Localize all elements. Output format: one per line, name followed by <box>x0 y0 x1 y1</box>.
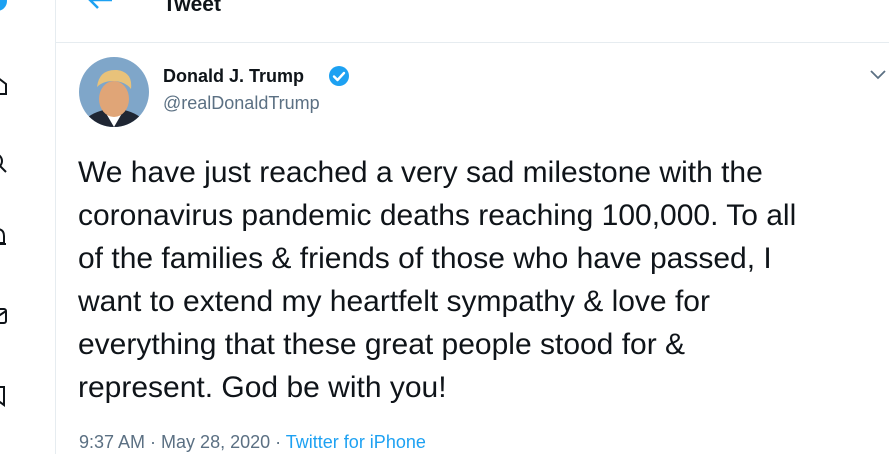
avatar[interactable] <box>79 57 149 127</box>
page-title: Tweet <box>163 0 221 16</box>
tweet-text: We have just reached a very sad mileston… <box>78 151 878 409</box>
notifications-icon[interactable] <box>0 226 8 248</box>
author-handle[interactable]: @realDonaldTrump <box>163 92 320 114</box>
tweet-text-line: want to extend my heartfelt sympathy & l… <box>78 285 710 318</box>
left-navigation <box>0 0 56 454</box>
twitter-logo-icon[interactable] <box>0 0 8 12</box>
meta-separator: · <box>145 432 162 452</box>
tweet-meta: 9:37 AM · May 28, 2020 · Twitter for iPh… <box>79 431 426 453</box>
arrow-left-icon <box>88 0 112 9</box>
home-icon[interactable] <box>0 74 8 96</box>
tweet-source-link[interactable]: Twitter for iPhone <box>286 432 426 452</box>
explore-icon[interactable] <box>0 152 8 174</box>
tweet-text-line: of the families & friends of those who h… <box>78 242 772 275</box>
author-name[interactable]: Donald J. Trump <box>163 65 304 87</box>
chevron-down-icon <box>870 70 886 80</box>
meta-separator: · <box>270 432 286 452</box>
messages-icon[interactable] <box>0 305 8 327</box>
tweet-header: Tweet <box>56 0 889 43</box>
tweet-text-line: represent. God be with you! <box>78 371 447 404</box>
tweet-text-line: coronavirus pandemic deaths reaching 100… <box>78 199 797 232</box>
tweet-time[interactable]: 9:37 AM <box>79 432 145 452</box>
tweet-text-line: We have just reached a very sad mileston… <box>78 156 763 189</box>
tweet-text-line: everything that these great people stood… <box>78 328 686 361</box>
tweet-date[interactable]: May 28, 2020 <box>161 432 270 452</box>
bookmarks-icon[interactable] <box>0 385 8 407</box>
more-options-button[interactable] <box>868 64 888 84</box>
verified-badge-icon <box>328 65 350 87</box>
back-button[interactable] <box>86 0 116 18</box>
